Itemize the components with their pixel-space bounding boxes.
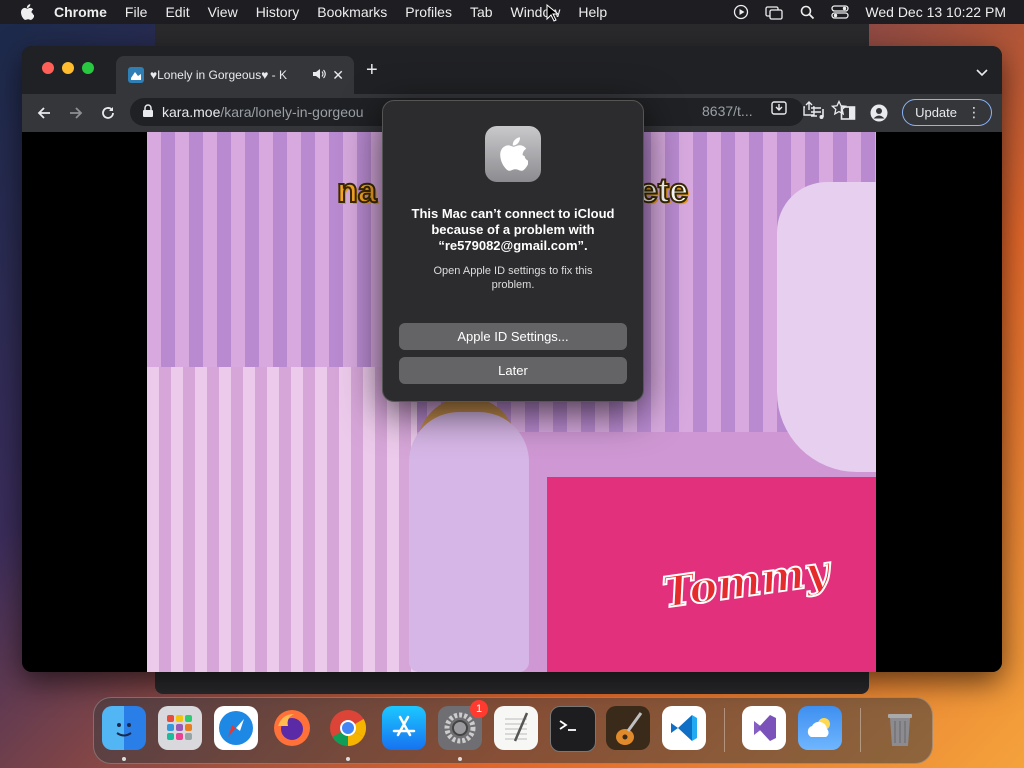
video-scene-figure: [409, 412, 529, 672]
close-tab-icon[interactable]: ✕: [332, 67, 344, 84]
minimize-window-button[interactable]: [62, 62, 74, 74]
menubar-clock[interactable]: Wed Dec 13 10:22 PM: [865, 4, 1006, 20]
install-app-icon[interactable]: [770, 100, 787, 121]
menu-file[interactable]: File: [125, 4, 148, 20]
dock: 1: [93, 697, 933, 764]
apple-id-settings-button[interactable]: Apple ID Settings...: [399, 323, 627, 350]
screen-mirror-icon[interactable]: [765, 4, 784, 20]
chevron-down-icon[interactable]: [976, 64, 988, 82]
trash-icon[interactable]: [878, 706, 922, 750]
speaker-icon[interactable]: [312, 68, 327, 83]
chrome-running-dot: [346, 757, 350, 761]
play-circle-icon[interactable]: [733, 4, 749, 20]
terminal-icon[interactable]: [550, 706, 596, 752]
vscode-icon[interactable]: [662, 706, 706, 750]
alert-message: This Mac can’t connect to iCloud because…: [411, 206, 615, 253]
spotlight-search-icon[interactable]: [799, 4, 815, 20]
launchpad-icon[interactable]: [158, 706, 202, 750]
new-tab-button[interactable]: +: [366, 60, 378, 80]
side-panel-icon[interactable]: [840, 105, 856, 121]
menu-help[interactable]: Help: [578, 4, 607, 20]
safari-icon[interactable]: [214, 706, 258, 750]
profile-avatar-icon[interactable]: [870, 104, 888, 122]
lyric-caption-right: ete: [638, 171, 689, 211]
settings-running-dot: [458, 757, 462, 761]
firefox-icon[interactable]: [270, 706, 314, 750]
tab-active[interactable]: ♥Lonely in Gorgeous♥ - K ✕: [116, 56, 354, 94]
later-button[interactable]: Later: [399, 357, 627, 384]
lock-icon[interactable]: [142, 103, 154, 121]
update-button[interactable]: Update ⋮: [902, 99, 992, 126]
menu-bar: Chrome File Edit View History Bookmarks …: [0, 0, 1024, 24]
google-chrome-icon[interactable]: [326, 706, 370, 750]
favicon-icon: [128, 67, 144, 83]
menu-chrome[interactable]: Chrome: [54, 4, 107, 20]
menu-history[interactable]: History: [256, 4, 300, 20]
system-settings-icon[interactable]: 1: [438, 700, 488, 750]
icloud-alert-dialog: This Mac can’t connect to iCloud because…: [382, 100, 644, 402]
lyric-caption-left: na: [336, 171, 378, 211]
textedit-icon[interactable]: [494, 706, 538, 750]
alert-informative-text: Open Apple ID settings to fix this probl…: [433, 265, 593, 291]
video-scene-box: [147, 367, 417, 672]
apple-menu-icon[interactable]: [18, 4, 36, 20]
weather-icon[interactable]: [798, 706, 842, 750]
url-tail: 8637/t...: [702, 102, 753, 119]
window-controls: [42, 62, 102, 74]
finder-icon[interactable]: [102, 706, 146, 750]
menu-tab[interactable]: Tab: [470, 4, 493, 20]
apple-logo-icon: [485, 126, 541, 182]
forward-arrow-icon[interactable]: [62, 105, 90, 121]
tab-strip: ♥Lonely in Gorgeous♥ - K ✕ +: [22, 46, 1002, 94]
menu-view[interactable]: View: [208, 4, 238, 20]
app-store-icon[interactable]: [382, 706, 426, 750]
menu-edit[interactable]: Edit: [165, 4, 189, 20]
url-path: /kara/lonely-in-gorgeou: [220, 104, 364, 120]
menu-bookmarks[interactable]: Bookmarks: [317, 4, 387, 20]
dock-separator-2: [860, 708, 861, 752]
finder-running-dot: [122, 757, 126, 761]
video-scene-heart: [777, 182, 876, 472]
media-controls-icon[interactable]: [810, 105, 826, 121]
notification-badge: 1: [470, 700, 488, 718]
back-arrow-icon[interactable]: [30, 105, 58, 121]
more-vertical-icon[interactable]: ⋮: [967, 104, 981, 121]
menu-profiles[interactable]: Profiles: [405, 4, 452, 20]
dock-separator: [724, 708, 725, 752]
control-center-icon[interactable]: [831, 4, 850, 20]
visual-studio-icon[interactable]: [742, 706, 786, 750]
url-host: kara.moe: [162, 104, 221, 120]
reload-icon[interactable]: [94, 105, 122, 121]
update-label: Update: [915, 105, 957, 120]
close-window-button[interactable]: [42, 62, 54, 74]
mouse-cursor-icon: [546, 3, 560, 27]
zoom-window-button[interactable]: [82, 62, 94, 74]
tab-title: ♥Lonely in Gorgeous♥ - K: [150, 68, 287, 82]
garageband-icon[interactable]: [606, 706, 650, 750]
